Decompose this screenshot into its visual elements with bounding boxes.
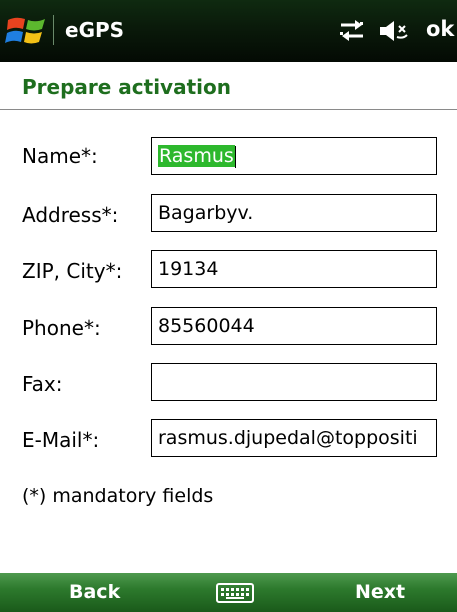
address-field[interactable]: Bagarbyv. — [151, 194, 437, 232]
heading-divider — [0, 109, 457, 110]
email-label: E-Mail*: — [22, 428, 100, 452]
name-field[interactable]: Rasmus — [151, 137, 437, 175]
title-separator — [53, 15, 54, 45]
ok-button[interactable]: ok — [426, 17, 454, 41]
back-button[interactable]: Back — [69, 581, 120, 603]
windows-start-icon[interactable] — [4, 12, 50, 48]
address-label: Address*: — [22, 203, 119, 227]
email-field[interactable]: rasmus.djupedal@toppositi — [151, 419, 437, 457]
phone-field[interactable]: 85560044 — [151, 307, 437, 345]
text-caret — [234, 145, 236, 168]
title-bar: eGPS ok — [0, 0, 457, 62]
zip-city-field[interactable]: 19134 — [151, 250, 437, 288]
name-field-value: Rasmus — [158, 145, 235, 167]
connectivity-icon[interactable] — [338, 18, 366, 48]
page-title: Prepare activation — [22, 75, 231, 99]
app-title: eGPS — [65, 18, 125, 42]
phone-label: Phone*: — [22, 316, 101, 340]
next-button[interactable]: Next — [355, 581, 405, 603]
softkey-bar: Back Next — [0, 573, 457, 612]
zip-city-label: ZIP, City*: — [22, 259, 123, 283]
name-label: Name*: — [22, 144, 98, 168]
mandatory-fields-note: (*) mandatory fields — [22, 485, 214, 507]
fax-field[interactable] — [151, 363, 437, 401]
fax-label: Fax: — [22, 372, 63, 396]
speaker-muted-icon[interactable] — [378, 18, 410, 48]
keyboard-icon[interactable] — [216, 583, 254, 603]
